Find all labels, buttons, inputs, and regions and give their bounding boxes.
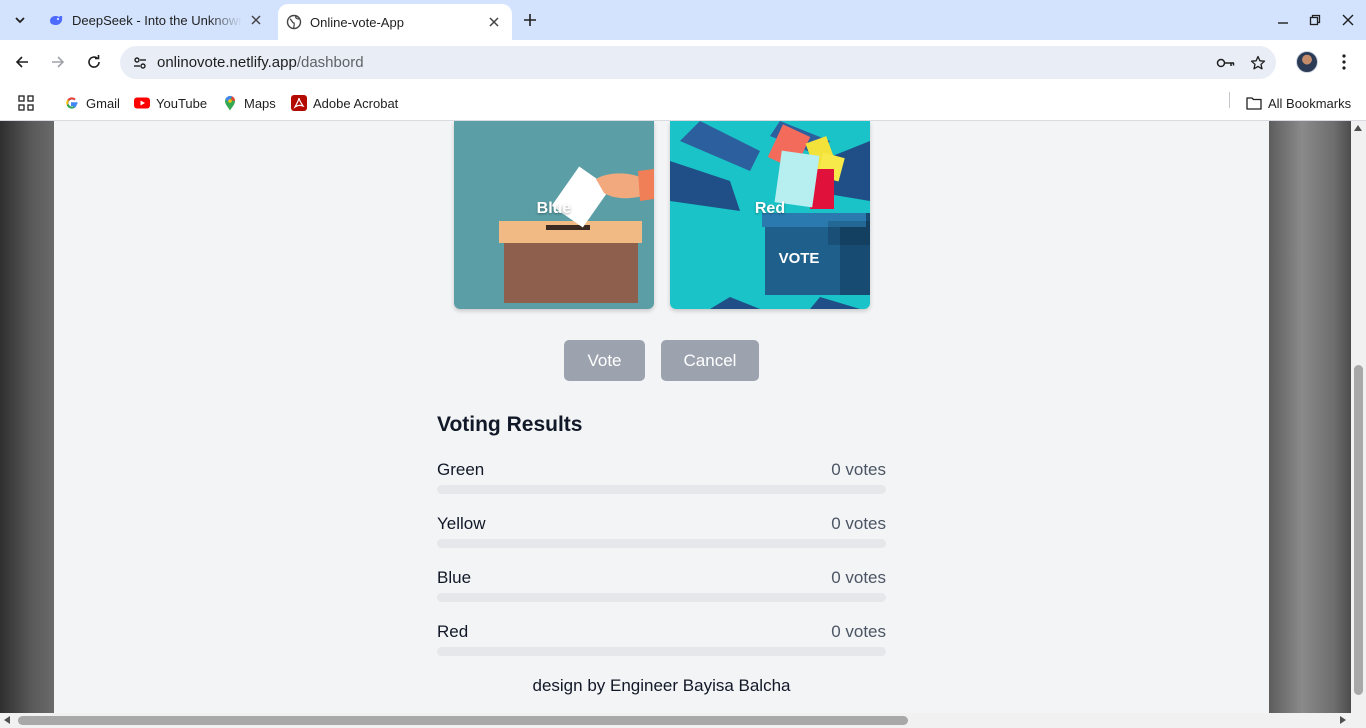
result-row-blue: Blue 0 votes: [437, 568, 886, 612]
result-progress-bar: [437, 485, 886, 494]
result-votes: 0 votes: [831, 622, 886, 641]
candidate-label: Red: [754, 200, 786, 217]
restore-button[interactable]: [1303, 8, 1327, 32]
tab-strip: DeepSeek - Into the Unknown Online-vote-…: [0, 0, 1366, 40]
all-bookmarks-label: All Bookmarks: [1268, 95, 1352, 111]
bookmark-adobe-acrobat[interactable]: Adobe Acrobat: [291, 91, 398, 115]
all-bookmarks-button[interactable]: All Bookmarks: [1246, 91, 1351, 115]
bookmark-label: Gmail: [86, 95, 120, 111]
close-tab-icon[interactable]: [248, 12, 264, 28]
close-window-button[interactable]: [1336, 8, 1360, 32]
background-image-right: [1269, 121, 1351, 713]
tab-title: Online-vote-App: [310, 14, 404, 30]
folder-icon: [1246, 95, 1262, 111]
result-progress-bar: [437, 539, 886, 548]
bookmark-youtube[interactable]: YouTube: [134, 91, 207, 115]
result-votes: 0 votes: [831, 460, 886, 479]
candidate-card-red[interactable]: VOTE Red: [670, 121, 870, 309]
bookmark-maps[interactable]: Maps: [222, 91, 276, 115]
candidate-label: Blue: [536, 200, 572, 217]
vertical-scroll-thumb[interactable]: [1354, 365, 1363, 695]
scroll-left-arrow-icon[interactable]: [4, 716, 10, 724]
tab-search-button[interactable]: [8, 8, 32, 32]
horizontal-scroll-thumb[interactable]: [18, 716, 908, 725]
result-progress-bar: [437, 593, 886, 602]
more-vert-icon: [1342, 54, 1346, 70]
profile-avatar[interactable]: [1296, 51, 1318, 73]
address-bar[interactable]: onlinovote.netlify.app/dashbord: [120, 46, 1276, 79]
url-text[interactable]: onlinovote.netlify.app/dashbord: [157, 54, 364, 71]
result-name: Green: [437, 460, 485, 479]
tab-deepseek[interactable]: DeepSeek - Into the Unknown: [40, 0, 274, 40]
result-votes: 0 votes: [831, 568, 886, 587]
result-name: Blue: [437, 568, 472, 587]
reload-icon: [88, 55, 100, 68]
password-key-icon[interactable]: [1214, 51, 1238, 75]
result-row-yellow: Yellow 0 votes: [437, 514, 886, 558]
deepseek-whale-icon: [48, 12, 64, 28]
plus-icon: [524, 14, 536, 26]
new-tab-button[interactable]: [518, 8, 542, 32]
bookmark-label: Maps: [244, 95, 276, 111]
page-viewport: Blue VOTE Red Vote Cancel Voting Results…: [0, 121, 1366, 728]
horizontal-scrollbar[interactable]: [0, 713, 1366, 728]
result-name: Red: [437, 622, 469, 641]
site-info-icon[interactable]: [128, 51, 152, 75]
background-image-left: [0, 121, 54, 713]
apps-grid-icon: [18, 95, 34, 111]
reload-button[interactable]: [80, 48, 108, 76]
result-row-red: Red 0 votes: [437, 622, 886, 666]
acrobat-icon: [291, 95, 307, 111]
result-votes: 0 votes: [831, 514, 886, 533]
google-g-icon: [64, 95, 80, 111]
bookmarks-separator: [1229, 92, 1230, 108]
result-progress-bar: [437, 647, 886, 656]
browser-toolbar: onlinovote.netlify.app/dashbord: [0, 40, 1366, 85]
vote-button[interactable]: Vote: [564, 340, 645, 381]
back-button[interactable]: [8, 48, 36, 76]
result-row-green: Green 0 votes: [437, 460, 886, 504]
minimize-button[interactable]: [1271, 8, 1295, 32]
youtube-icon: [134, 95, 150, 111]
tab-online-vote-app[interactable]: Online-vote-App: [278, 4, 512, 40]
close-tab-icon[interactable]: [486, 14, 502, 30]
apps-button[interactable]: [18, 91, 34, 115]
bookmark-label: Adobe Acrobat: [313, 95, 399, 111]
chevron-down-icon: [15, 17, 25, 24]
browser-menu-button[interactable]: [1332, 48, 1356, 76]
bookmark-star-icon[interactable]: [1246, 51, 1270, 75]
bookmark-gmail[interactable]: Gmail: [64, 91, 120, 115]
cancel-button[interactable]: Cancel: [661, 340, 759, 381]
ballot-box-text: VOTE: [779, 250, 820, 267]
arrow-right-icon: [52, 56, 65, 68]
vertical-scrollbar[interactable]: [1351, 121, 1366, 713]
arrow-left-icon: [15, 56, 28, 68]
minimize-icon: [1278, 22, 1288, 24]
scroll-up-arrow-icon[interactable]: [1354, 125, 1362, 131]
candidate-card-blue[interactable]: Blue: [454, 121, 654, 309]
bookmarks-bar: Gmail YouTube Maps Adobe Acrobat All Boo…: [0, 85, 1366, 121]
maps-pin-icon: [222, 95, 238, 111]
forward-button[interactable]: [44, 48, 72, 76]
restore-icon: [1309, 14, 1321, 26]
tab-title: DeepSeek - Into the Unknown: [72, 12, 242, 28]
globe-icon: [286, 14, 302, 30]
close-icon: [1342, 14, 1354, 26]
result-name: Yellow: [437, 514, 486, 533]
dashboard-page: Blue VOTE Red Vote Cancel Voting Results…: [54, 121, 1269, 713]
url-path: /dashbord: [296, 54, 364, 71]
results-title: Voting Results: [437, 413, 583, 436]
url-host: onlinovote.netlify.app: [157, 54, 297, 71]
scroll-right-arrow-icon[interactable]: [1340, 716, 1346, 724]
footer-credit: design by Engineer Bayisa Balcha: [532, 676, 791, 695]
bookmark-label: YouTube: [156, 95, 208, 111]
